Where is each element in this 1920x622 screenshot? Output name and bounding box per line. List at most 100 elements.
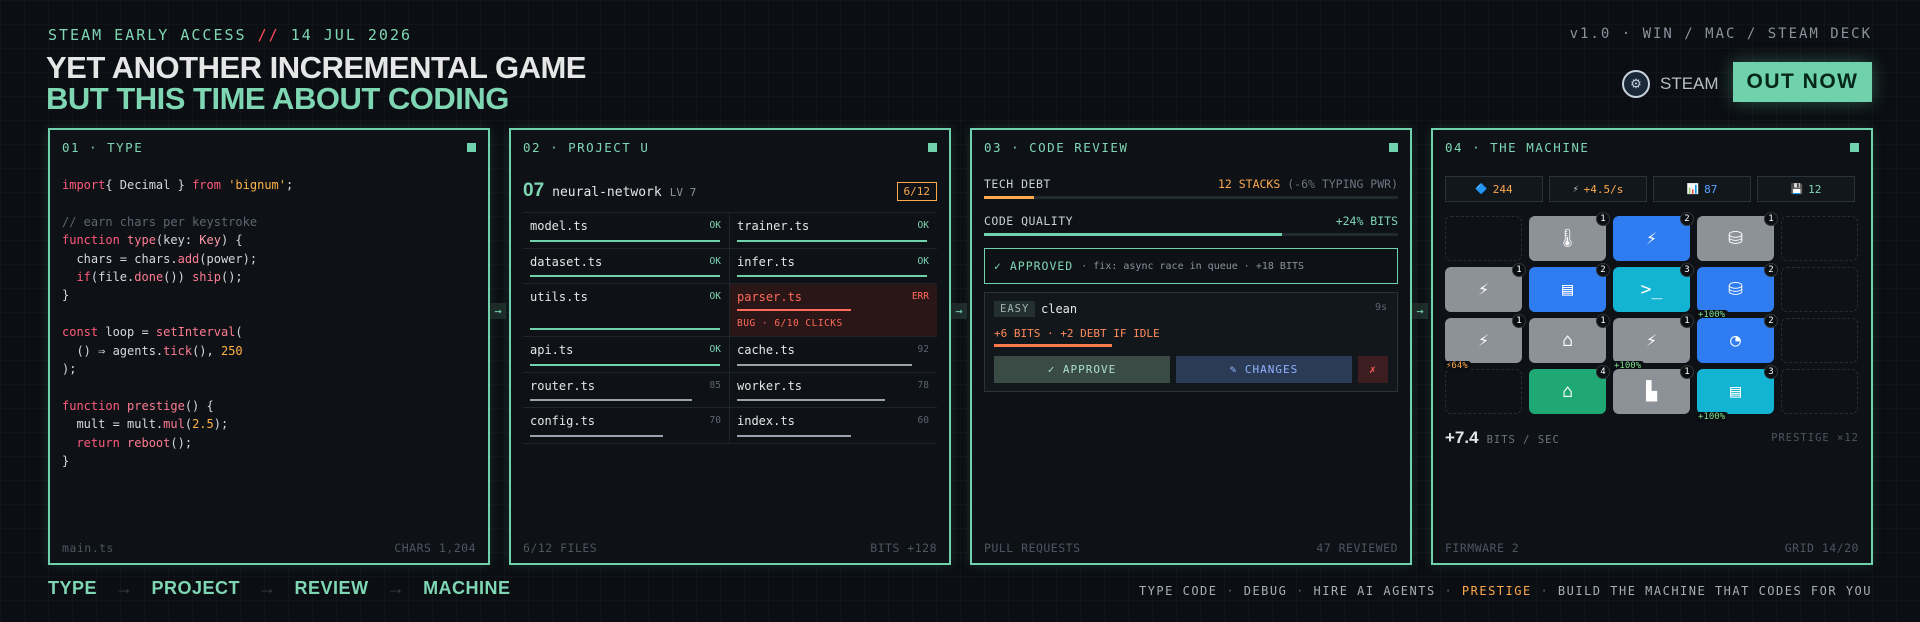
module-level: 1 (1596, 314, 1610, 328)
file-item[interactable]: model.ts OK (523, 213, 730, 249)
file-item[interactable]: config.ts 70 (523, 408, 730, 444)
grid-count: GRID 14/20 (1784, 541, 1859, 555)
stat-value: +4.5/s (1583, 182, 1624, 196)
module-level: 3 (1764, 365, 1778, 379)
file-progress-bar (530, 328, 720, 330)
bps-value: +7.4 (1445, 428, 1479, 447)
file-list: model.ts OK trainer.ts OK dataset.ts OK infer.… (523, 212, 937, 444)
empty-slot[interactable] (1445, 216, 1522, 261)
code-token: chars = chars. (62, 251, 178, 266)
pull-request-card: EASY clean 9s +6 BITS · +2 DEBT IF IDLE … (984, 292, 1398, 392)
module-cell[interactable]: ▙ 1 (1613, 365, 1694, 414)
file-status: OK (917, 255, 929, 267)
file-name: parser.ts (737, 290, 803, 304)
bits-per-sec: +7.4 BITS / SEC (1445, 428, 1560, 448)
empty-slot[interactable] (1781, 216, 1858, 261)
module-cell[interactable]: ▤ 2 (1529, 263, 1610, 312)
steam-link[interactable]: ⚙ STEAM (1622, 70, 1719, 98)
approved-label: ✓ APPROVED (994, 259, 1074, 273)
module-icon: ⚡ (1478, 330, 1489, 351)
file-item[interactable]: router.ts 85 (523, 372, 730, 408)
reviewed-count: 47 REVIEWED (1316, 541, 1398, 555)
empty-slot[interactable] (1781, 267, 1858, 312)
code-token: ; (286, 178, 294, 192)
code-token: ) { (220, 233, 243, 248)
code-editor[interactable]: import{ Decimal } from 'bignum'; // earn… (62, 176, 293, 471)
module-cell[interactable]: ▤ 3 +100% (1695, 365, 1778, 422)
file-progress-bar (530, 275, 720, 277)
approved-note: · fix: async race in queue · +18 BITS (1081, 260, 1305, 272)
empty-slot[interactable] (1445, 369, 1522, 414)
file-name: dataset.ts (530, 254, 603, 269)
module-level: 1 (1512, 263, 1526, 277)
code-line: ); (62, 360, 293, 378)
tech-debt-bar (984, 196, 1398, 199)
module-cell[interactable]: >_ 3 (1613, 263, 1694, 312)
file-item[interactable]: worker.ts 78 (730, 373, 937, 408)
file-item[interactable]: index.ts 60 (730, 408, 937, 444)
file-item[interactable]: utils.ts OK (523, 284, 730, 337)
module-cell[interactable]: ⚡ 1 +100% (1611, 314, 1694, 371)
tag-type-code: TYPE CODE (1138, 584, 1218, 598)
file-progress-bar (737, 309, 851, 311)
code-token: add (177, 251, 200, 266)
module-icon: ⚡ (1646, 228, 1657, 249)
file-name: worker.ts (737, 378, 803, 393)
code-line: const loop = setInterval( (62, 323, 293, 341)
code-token: from (192, 178, 221, 192)
out-now-button[interactable]: OUT NOW (1733, 62, 1872, 102)
files-badge: 6/12 (896, 182, 937, 201)
code-token: 2.5 (192, 417, 214, 432)
code-token: { Decimal } (105, 178, 193, 192)
module-cell[interactable]: 🌡 1 (1529, 212, 1610, 261)
file-progress-bar (737, 239, 927, 242)
code-token: (); (170, 435, 193, 450)
eyebrow-date: 14 JUL 2026 (290, 26, 413, 44)
module-icon: >_ (1640, 279, 1663, 300)
code-token: (key: (155, 233, 200, 248)
flow-step: TYPE (48, 578, 98, 598)
file-item[interactable]: dataset.ts OK (523, 248, 730, 284)
arrow-right-icon: → (490, 303, 506, 319)
flow-step: MACHINE (423, 578, 511, 598)
file-status: OK (709, 220, 721, 231)
code-token: tick (163, 343, 193, 358)
module-cell[interactable]: ◔ 2 (1697, 314, 1778, 363)
module-cell[interactable]: ⌂ 4 (1529, 365, 1610, 414)
stat-icon: 🔷 (1475, 183, 1488, 195)
code-quality-fill (984, 233, 1283, 236)
file-item[interactable]: api.ts OK (523, 337, 730, 373)
tag-dot: · (1444, 584, 1454, 598)
pr-name: clean (1041, 302, 1078, 316)
code-token: function (62, 398, 120, 413)
stat-box: 📊 87 (1653, 176, 1751, 202)
flow-step: REVIEW (294, 578, 369, 598)
steam-icon: ⚙ (1622, 70, 1650, 98)
file-item[interactable]: infer.ts OK (730, 249, 937, 284)
empty-slot[interactable] (1781, 369, 1858, 414)
module-cell[interactable]: ⚡ 2 (1613, 212, 1694, 261)
file-progress-bar (737, 434, 851, 437)
approve-button[interactable]: ✓ APPROVE (994, 356, 1170, 383)
file-item[interactable]: parser.ts ERR BUG · 6/10 CLICKS (730, 284, 937, 337)
panel-title: 02 · PROJECT U (523, 140, 650, 155)
module-cell[interactable]: ⌂ 1 (1529, 314, 1610, 363)
tag-dot: · (1296, 584, 1305, 598)
code-token: return (62, 435, 120, 450)
module-cell[interactable]: ⛁ 2 +100% (1695, 263, 1778, 320)
empty-slot[interactable] (1781, 318, 1858, 363)
file-item[interactable]: trainer.ts OK (730, 213, 937, 249)
module-cell[interactable]: ⚡ 1 ⚡64% (1443, 314, 1526, 371)
file-status: ERR (911, 291, 929, 302)
firmware-label: FIRMWARE 2 (1445, 541, 1520, 555)
reject-button[interactable]: ✗ (1358, 356, 1388, 383)
code-quality-value: +24% BITS (1335, 214, 1398, 228)
code-line: mult = mult.mul(2.5); (62, 415, 293, 433)
file-item[interactable]: cache.ts 92 (730, 337, 937, 373)
machine-grid[interactable]: 🌡 1 ⚡ 2 ⛁ 1 ⚡ 1 ▤ 2 >_ 3 ⛁ 2 +100% ⚡ 1 ⚡64% ⌂ 1 ⚡ 1 +100% ◔ 2 ⌂ 4 ▙… (1443, 212, 1859, 422)
module-cell[interactable]: ⛁ 1 (1697, 212, 1778, 261)
module-cell[interactable]: ⚡ 1 (1445, 263, 1526, 312)
eyebrow: STEAM EARLY ACCESS // 14 JUL 2026 (48, 26, 412, 44)
request-changes-button[interactable]: ✎ CHANGES (1176, 356, 1352, 383)
